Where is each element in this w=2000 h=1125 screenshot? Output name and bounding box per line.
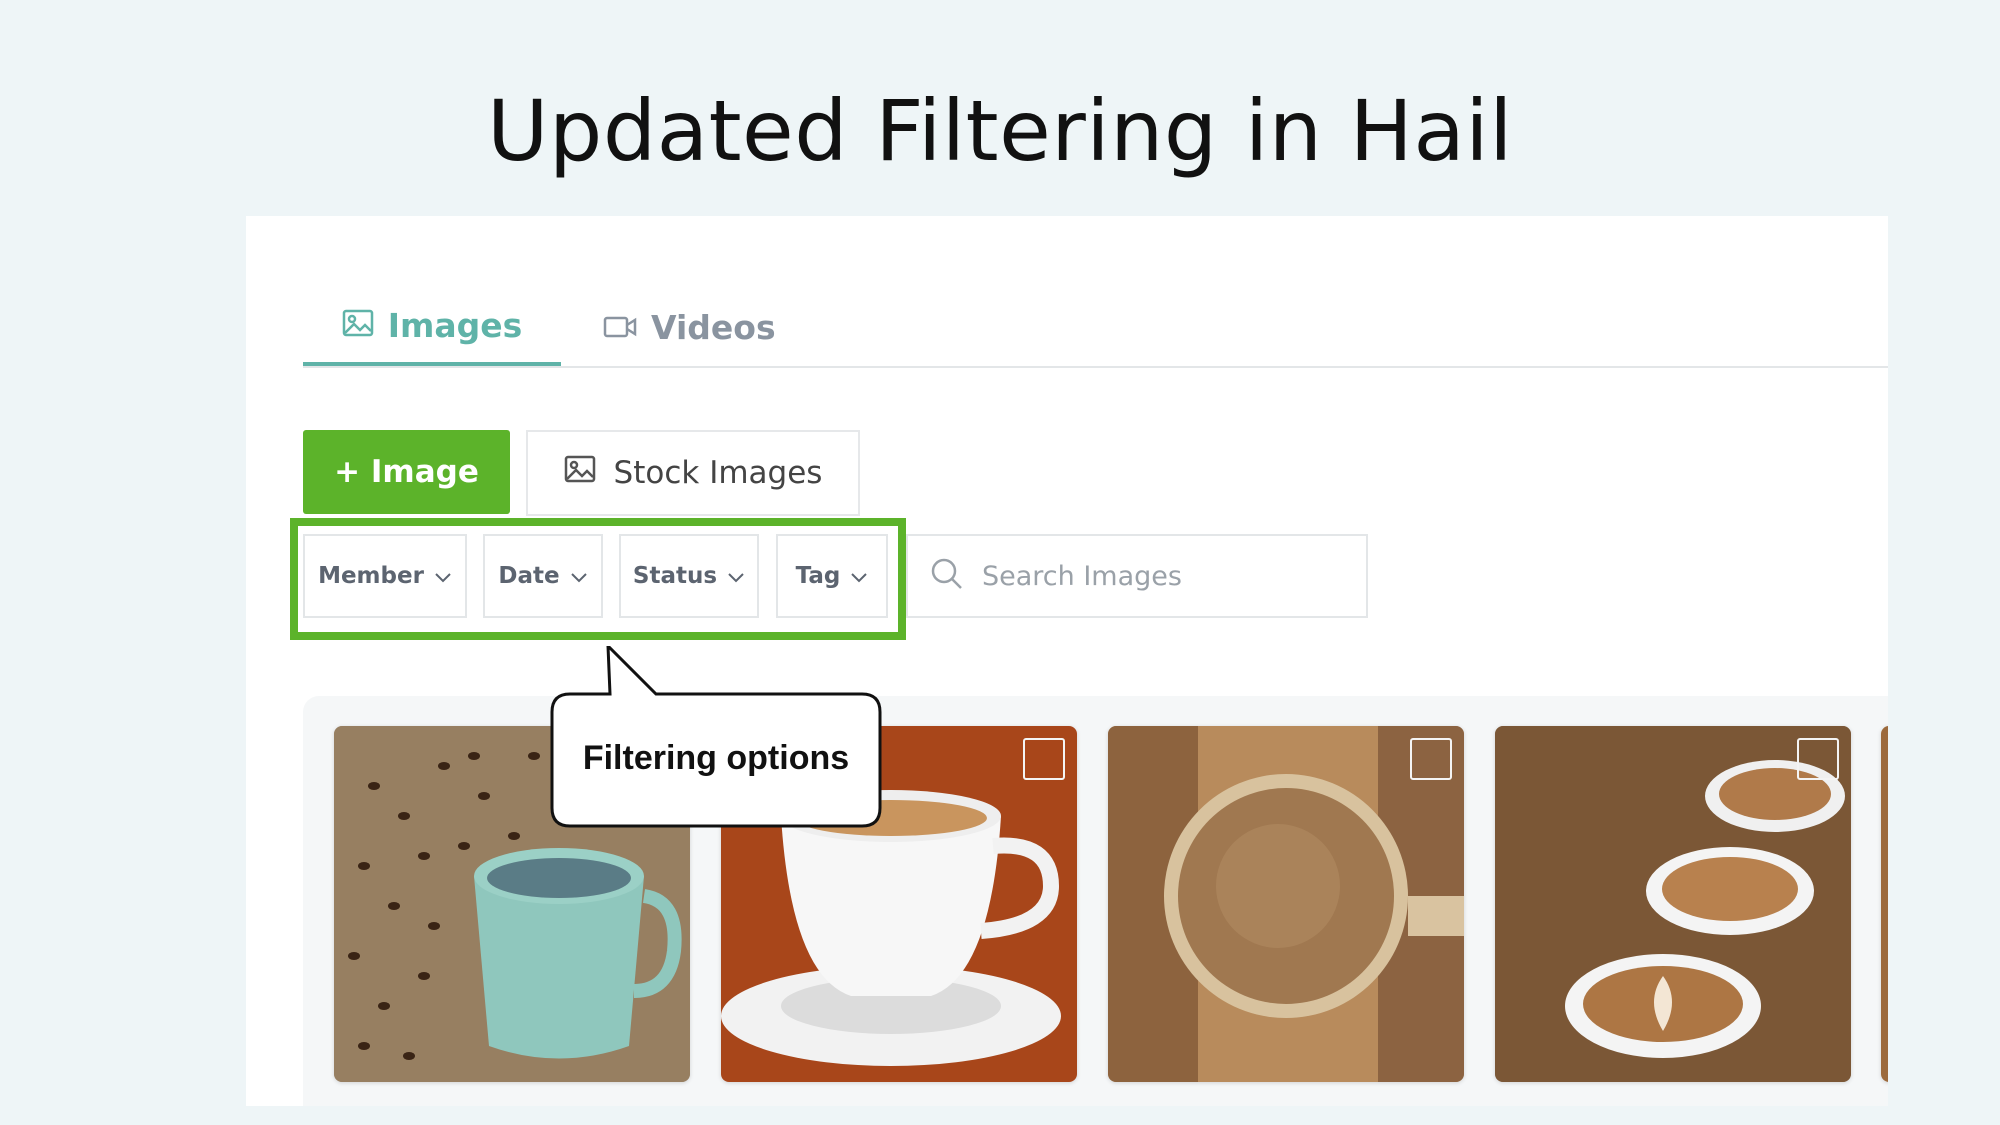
search-input[interactable] (980, 559, 1344, 593)
tab-videos[interactable]: Videos (603, 288, 776, 366)
image-thumbnail[interactable] (1108, 726, 1464, 1082)
callout-text: Filtering options (582, 739, 850, 777)
tab-images-label: Images (387, 305, 523, 345)
image-thumbnail[interactable] (1495, 726, 1851, 1082)
filters-highlight-box (290, 518, 906, 640)
video-icon (603, 308, 651, 347)
media-tabs: Images Videos (303, 288, 1888, 368)
image-thumbnail[interactable] (1881, 726, 1888, 1082)
media-panel: Images Videos + Image Stock Images Membe… (246, 216, 1888, 1106)
tab-images[interactable]: Images (303, 288, 561, 366)
image-icon (342, 306, 388, 345)
tab-videos-label: Videos (651, 307, 776, 347)
select-checkbox[interactable] (1797, 738, 1839, 780)
image-gallery (303, 696, 1888, 1106)
image-icon (564, 455, 614, 491)
stock-images-button[interactable]: Stock Images (526, 430, 860, 516)
stock-images-label: Stock Images (613, 455, 823, 491)
search-box[interactable] (906, 534, 1368, 618)
select-checkbox[interactable] (1023, 738, 1065, 780)
select-checkbox[interactable] (1410, 738, 1452, 780)
speech-bubble (550, 646, 882, 828)
search-icon (930, 557, 964, 595)
page-headline: Updated Filtering in Hail (487, 82, 1513, 180)
add-image-button[interactable]: + Image (303, 430, 510, 514)
